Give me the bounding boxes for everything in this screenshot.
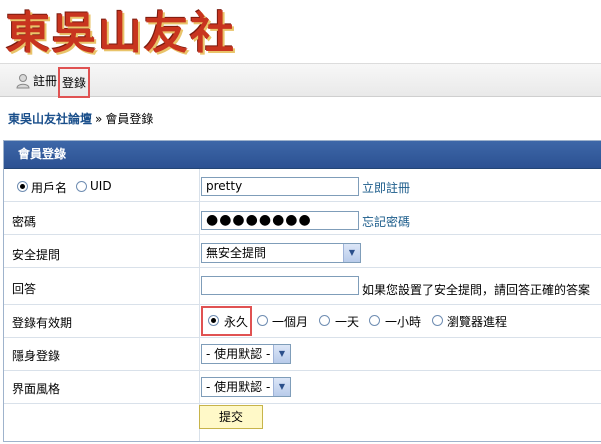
logo-text: 東吳山友社 (6, 8, 236, 59)
security-question-label: 安全提問 (12, 248, 61, 262)
login-link[interactable]: 登錄 (58, 67, 91, 98)
login-type-uid-radio[interactable] (76, 181, 87, 192)
answer-hint: 如果您設置了安全提問，請回答正確的答案 (362, 283, 591, 297)
interface-style-label: 界面風格 (12, 382, 61, 396)
password-input[interactable]: ●●●●●●●● (201, 211, 359, 230)
security-question-select[interactable]: 無安全提問 ▼ (201, 243, 361, 263)
expiry-hour-label: 一小時 (385, 315, 422, 329)
breadcrumb-current: 會員登錄 (105, 112, 154, 126)
invisible-login-label: 隱身登錄 (12, 349, 61, 363)
answer-input[interactable] (201, 276, 359, 295)
login-expiry-row: 登錄有效期 永久 一個月 一天 一小時 瀏覽器進程 (4, 305, 601, 338)
breadcrumb-forum-link[interactable]: 東吳山友社論壇 (8, 112, 92, 126)
login-type-uid-label: UID (90, 179, 112, 193)
interface-style-row: 界面風格 - 使用默認 - ▼ (4, 371, 601, 404)
breadcrumb: 東吳山友社論壇» 會員登錄 (8, 110, 153, 127)
expiry-browser-label: 瀏覽器進程 (447, 315, 508, 329)
login-form: 會員登錄 用戶名 UID pretty 立即註冊 密碼 ●●●●●●●● 忘記密… (3, 140, 601, 442)
password-label: 密碼 (12, 215, 37, 229)
submit-button[interactable]: 提交 (199, 405, 263, 429)
answer-label: 回答 (12, 282, 37, 296)
security-question-value: 無安全提問 (206, 246, 267, 260)
chevron-down-icon: ▼ (343, 244, 360, 262)
register-link[interactable]: 註冊 (33, 72, 57, 89)
expiry-forever-radio[interactable] (208, 315, 219, 326)
site-logo[interactable]: 東吳山友社 (6, 4, 236, 60)
breadcrumb-separator: » (95, 112, 103, 126)
invisible-login-select[interactable]: - 使用默認 - ▼ (201, 344, 291, 364)
forgot-password-link[interactable]: 忘記密碼 (362, 213, 410, 230)
register-now-link[interactable]: 立即註冊 (362, 179, 410, 196)
expiry-hour-radio[interactable] (369, 315, 380, 326)
expiry-forever-label: 永久 (224, 315, 249, 329)
expiry-day-label: 一天 (335, 315, 360, 329)
invisible-login-value: - 使用默認 - (206, 347, 271, 361)
security-question-row: 安全提問 無安全提問 ▼ (4, 235, 601, 268)
login-type-username-label: 用戶名 (31, 181, 68, 195)
username-input[interactable]: pretty (201, 177, 359, 196)
password-row: 密碼 ●●●●●●●● 忘記密碼 (4, 202, 601, 235)
interface-style-select[interactable]: - 使用默認 - ▼ (201, 377, 291, 397)
top-nav-bar: 註冊 登錄 (0, 63, 601, 98)
interface-style-value: - 使用默認 - (206, 380, 271, 394)
form-title: 會員登錄 (4, 141, 601, 169)
expiry-month-radio[interactable] (257, 315, 268, 326)
expiry-day-radio[interactable] (319, 315, 330, 326)
invisible-login-row: 隱身登錄 - 使用默認 - ▼ (4, 338, 601, 371)
user-icon (16, 74, 30, 89)
expiry-month-label: 一個月 (272, 315, 309, 329)
answer-row: 回答 如果您設置了安全提問，請回答正確的答案 (4, 268, 601, 305)
username-row: 用戶名 UID pretty 立即註冊 (4, 169, 601, 202)
login-type-username-radio[interactable] (17, 181, 28, 192)
chevron-down-icon: ▼ (273, 378, 290, 396)
login-expiry-label: 登錄有效期 (12, 316, 73, 330)
expiry-browser-radio[interactable] (432, 315, 443, 326)
site-header: 東吳山友社 (0, 0, 601, 62)
chevron-down-icon: ▼ (273, 345, 290, 363)
